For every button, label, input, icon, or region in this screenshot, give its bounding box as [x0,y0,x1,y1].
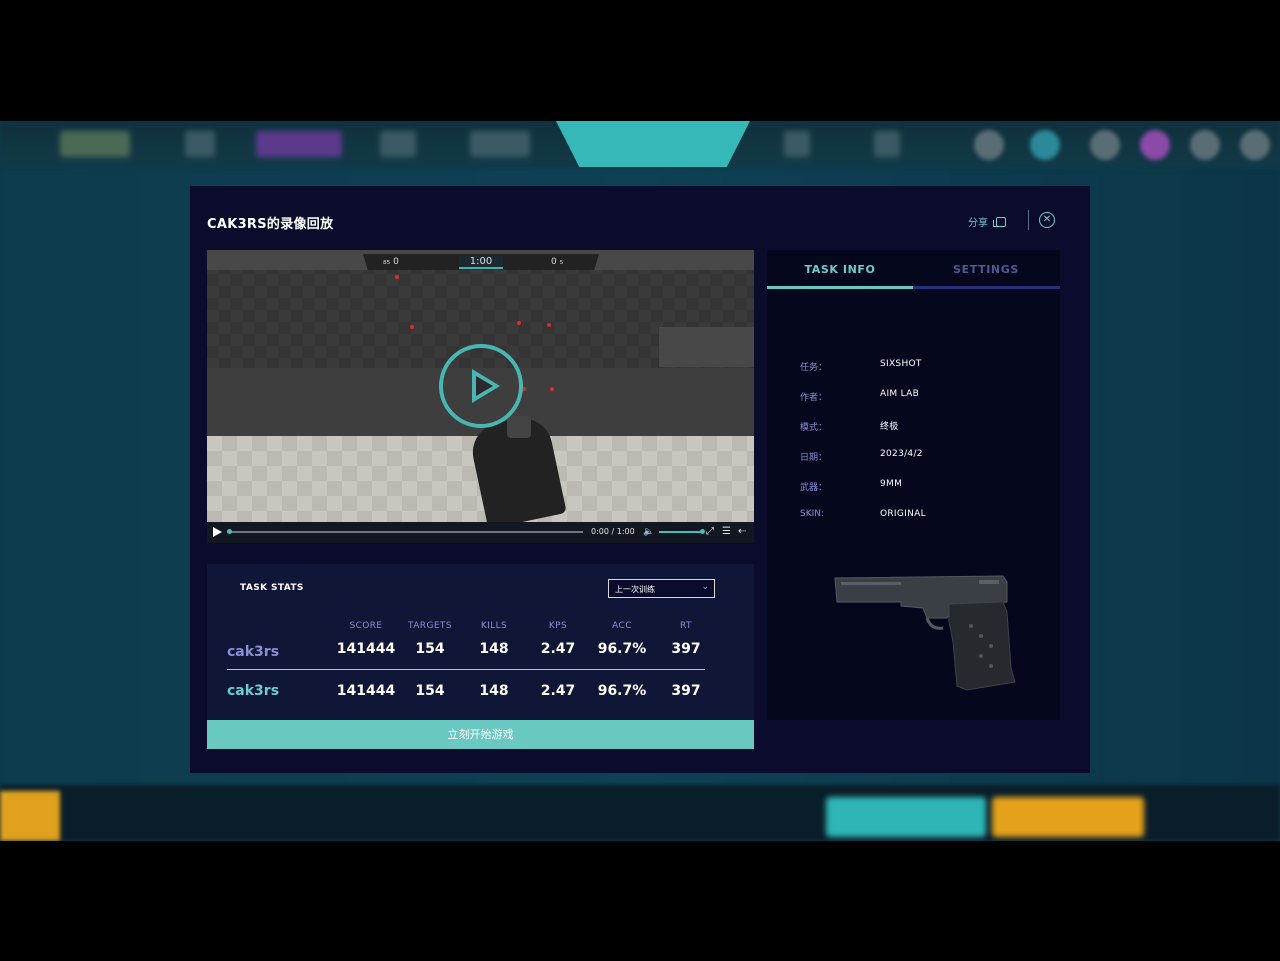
hud-right-score: 0 ₅ [551,257,564,267]
video-controls: 0:00 / 1:00 🔈 ⤢ ☰ ⇠ [207,522,754,543]
row-score: 141444 [336,641,396,657]
row-kills: 148 [479,641,509,657]
row-player-name: cak3rs [227,644,280,660]
row-kps: 2.47 [540,683,576,699]
background-tab [470,131,530,157]
row-rt: 397 [671,641,701,657]
share-button[interactable]: 分享 [968,214,1006,229]
header-rt: RT [680,621,692,631]
play-icon[interactable] [439,344,523,428]
info-label-skin: SKIN: [800,509,825,519]
header-score: SCORE [349,621,383,631]
tab-settings[interactable]: SETTINGS [913,263,1059,276]
info-value-author: AIM LAB [880,389,920,399]
background-icon [974,130,1004,160]
target-dot [517,321,521,325]
target-dot [547,323,551,327]
volume-slider[interactable] [659,529,705,534]
close-button[interactable]: ✕ [1039,212,1055,228]
info-value-mode: 终极 [880,422,899,432]
background-tab [380,131,416,157]
row-kps: 2.47 [540,641,576,657]
task-stats-title: TASK STATS [240,583,304,593]
header-kills: KILLS [480,621,508,631]
video-player[interactable]: ₈₅ 0 1:00 0 ₅ 0:00 / 1:00 🔈 ⤢ ☰ ⇠ [207,250,754,543]
pistol-image [834,575,1016,691]
info-label-task: 任务： [800,363,828,373]
hud-left-score: ₈₅ 0 [383,257,399,267]
row-rt: 397 [671,683,701,699]
row-acc: 96.7% [597,641,647,657]
share-icon [993,216,1006,227]
row-player-name: cak3rs [227,683,280,699]
task-info-panel: TASK INFO SETTINGS 任务： SIXSHOT 作者： AIM L… [767,250,1060,720]
info-label-weapon: 武器： [800,483,828,493]
fullscreen-icon[interactable]: ⤢ [706,526,714,537]
header-divider [1028,210,1029,230]
info-value-task: SIXSHOT [880,359,922,369]
background-icon [1190,130,1220,160]
info-label-mode: 模式： [800,423,828,433]
background-teal-button [826,797,986,837]
row-kills: 148 [479,683,509,699]
background-gold-button [992,797,1144,837]
share-label: 分享 [968,218,988,229]
tab-indicator-active [767,286,913,289]
target-dot [410,325,414,329]
background-tab [60,131,130,157]
tab-indicator-inactive [913,286,1060,289]
select-value: 上一次训练 [615,585,655,594]
header-targets: TARGETS [408,621,452,631]
target-dot [550,387,554,391]
background-orange-block [0,791,60,841]
info-label-date: 日期： [800,453,828,463]
info-value-weapon: 9MM [880,479,903,489]
row-acc: 96.7% [597,683,647,699]
chevron-down-icon: ⌄ [701,582,709,592]
progress-knob[interactable] [227,529,232,534]
first-person-pistol [507,416,531,438]
row-targets: 154 [415,641,445,657]
dialog-title: CAK3RS的录像回放 [207,217,334,232]
background-tab [784,131,810,157]
background-tab [185,131,215,157]
header-acc: ACC [612,621,632,631]
replay-dialog: CAK3RS的录像回放 分享 ✕ ₈₅ 0 1:00 0 ₅ 0:00 / 1:… [190,186,1090,773]
info-value-skin: ORIGINAL [880,509,926,519]
time-display: 0:00 / 1:00 [591,527,635,536]
background-tab [256,131,342,157]
background-icon [1240,130,1270,160]
play-button[interactable] [213,527,222,537]
row-divider [227,669,705,670]
header-kps: KPS [548,621,568,631]
row-targets: 154 [415,683,445,699]
background-avatar [1140,130,1170,160]
background-tab [874,131,900,157]
scene-block [659,327,754,367]
progress-bar[interactable] [227,529,583,534]
hud-timer: 1:00 [459,256,503,269]
info-value-date: 2023/4/2 [880,449,923,459]
game-hud: ₈₅ 0 1:00 0 ₅ [363,254,599,270]
info-label-author: 作者： [800,393,828,403]
background-icon [1030,130,1060,160]
row-score: 141444 [336,683,396,699]
background-active-tab [556,121,750,167]
volume-icon[interactable]: 🔈 [643,527,654,537]
comparison-select[interactable]: 上一次训练 ⌄ [608,579,715,598]
settings-icon[interactable]: ☰ [722,526,731,537]
start-game-button[interactable]: 立刻开始游戏 [207,720,754,749]
target-dot [395,275,399,279]
tab-task-info[interactable]: TASK INFO [767,263,913,276]
background-icon [1090,130,1120,160]
more-icon[interactable]: ⇠ [738,526,746,537]
